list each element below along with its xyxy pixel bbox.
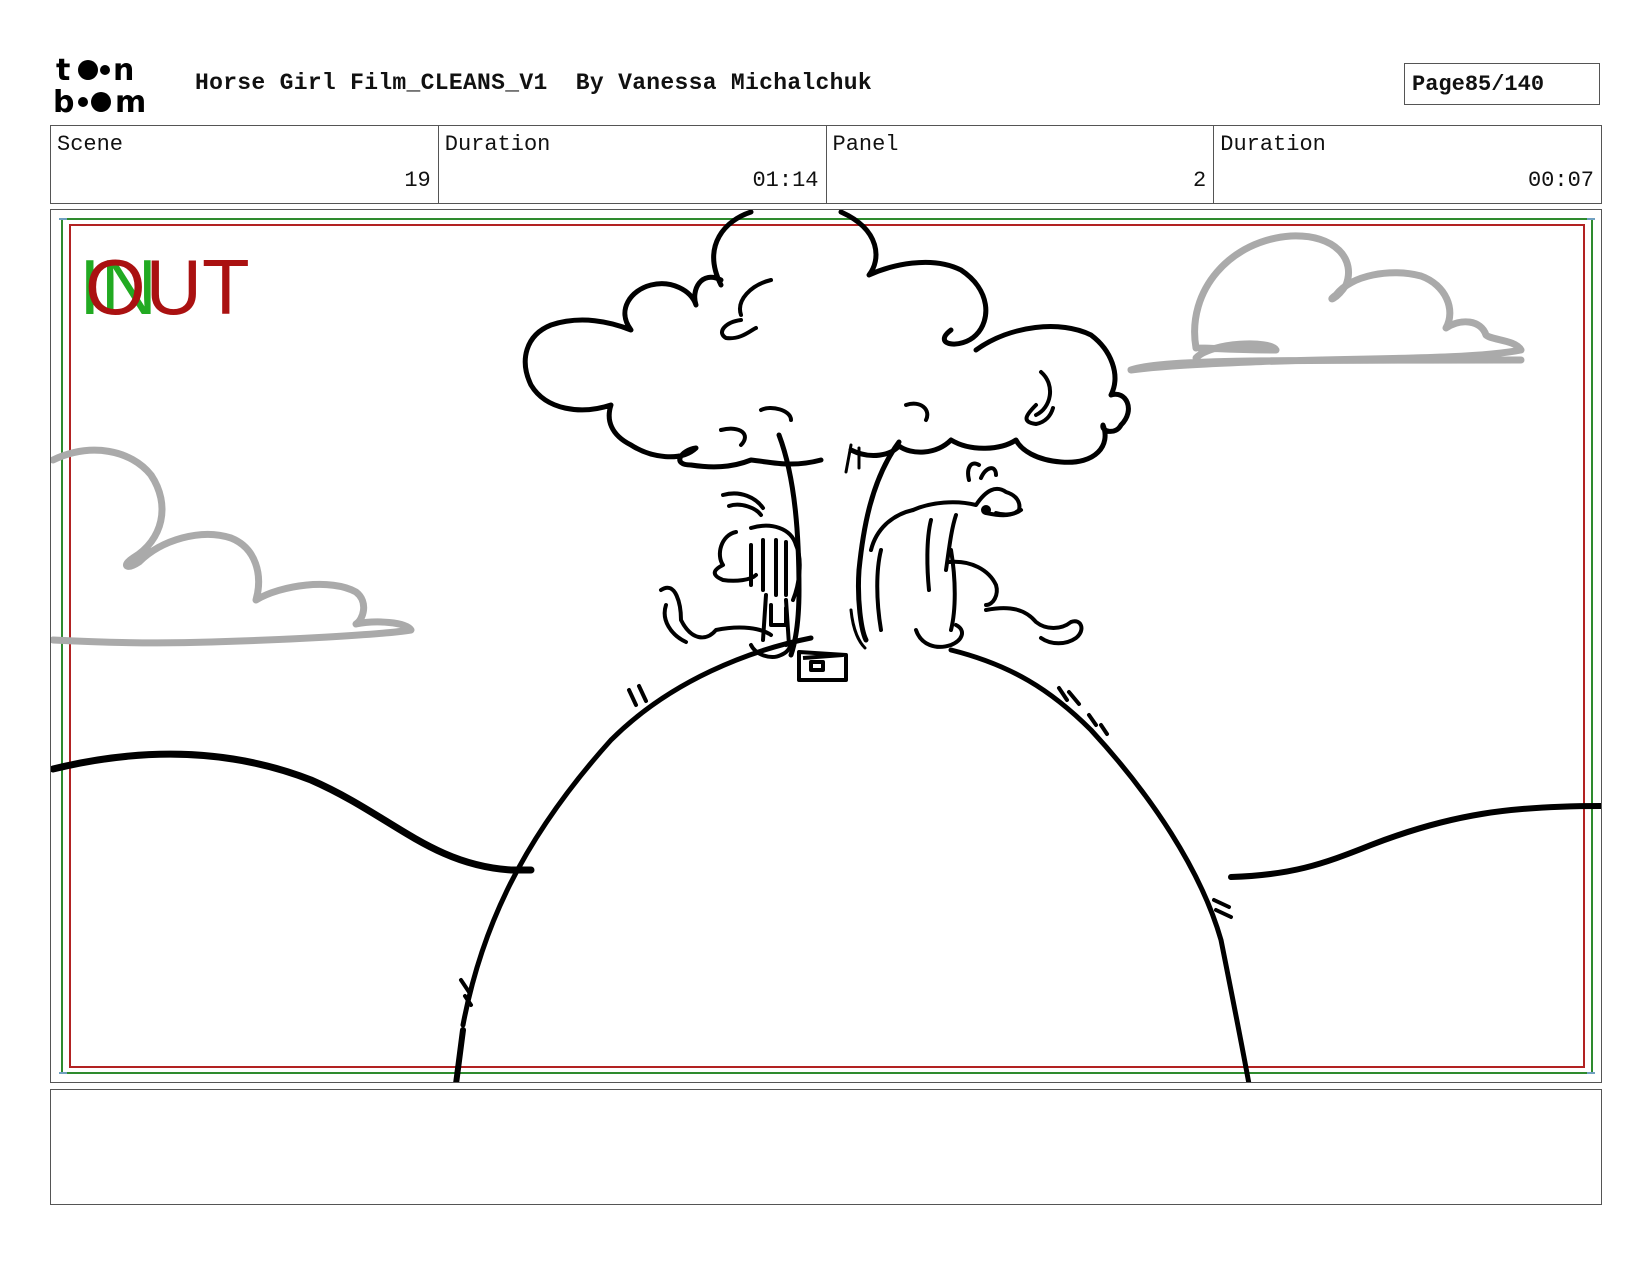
right-cloud (1127, 232, 1525, 374)
scene-cell: Scene 19 (51, 126, 439, 203)
scene-duration-cell: Duration 01:14 (439, 126, 827, 203)
panel-duration-value: 00:07 (1527, 168, 1594, 193)
scene-value: 19 (404, 168, 431, 193)
out-marker: OUT (85, 243, 250, 331)
foliage-detail-1 (720, 278, 773, 341)
right-rolling-hill (1228, 803, 1601, 880)
svg-text:b: b (53, 85, 74, 116)
panel-label: Panel (832, 132, 899, 157)
page-number: 85/140 (1464, 71, 1545, 97)
panel-cell: Panel 2 (827, 126, 1215, 203)
svg-text:n: n (113, 53, 134, 88)
scene-duration-label: Duration (444, 132, 551, 157)
svg-text:m: m (115, 85, 146, 116)
scene-duration-value: 01:14 (752, 168, 819, 193)
panel-duration-label: Duration (1220, 132, 1326, 157)
notes-box[interactable] (50, 1089, 1602, 1205)
scene-info-table: Scene 19 Duration 01:14 Panel 2 Duration… (50, 125, 1602, 204)
toon-boom-logo: t n b m (53, 52, 171, 120)
tree-foliage (522, 210, 1131, 470)
page-indicator: Page 85/140 (1404, 63, 1600, 105)
svg-text:t: t (56, 53, 70, 88)
horse-character (869, 461, 1084, 649)
left-cloud (51, 446, 415, 647)
safe-frame-red (69, 224, 1585, 1068)
foliage-detail-3 (719, 401, 930, 447)
panel-value: 2 (1193, 168, 1207, 193)
safe-frame-green (61, 218, 1593, 1074)
panel-duration-cell: Duration 00:07 (1214, 126, 1601, 203)
author-credit: By Vanessa Michalchuk (575, 70, 872, 96)
storyboard-panel: IN OUT (50, 209, 1602, 1083)
main-hill (460, 635, 814, 1028)
page-label: Page (1412, 71, 1465, 97)
document-title: Horse Girl Film_CLEANS_V1 By Vanessa Mic… (195, 70, 872, 96)
foliage-detail-2 (1024, 370, 1055, 427)
project-title: Horse Girl Film_CLEANS_V1 (195, 70, 548, 96)
scene-label: Scene (57, 132, 124, 157)
main-hill-right (948, 647, 1252, 1082)
panel-drawing: IN OUT (51, 210, 1601, 1082)
picnic-box (797, 650, 848, 682)
hill-grass-tufts (459, 684, 1233, 1007)
main-hill-left-base (453, 1027, 466, 1082)
left-rolling-hill (51, 750, 535, 874)
girl-character (659, 491, 802, 659)
frame-corner-marks (59, 218, 1595, 1074)
